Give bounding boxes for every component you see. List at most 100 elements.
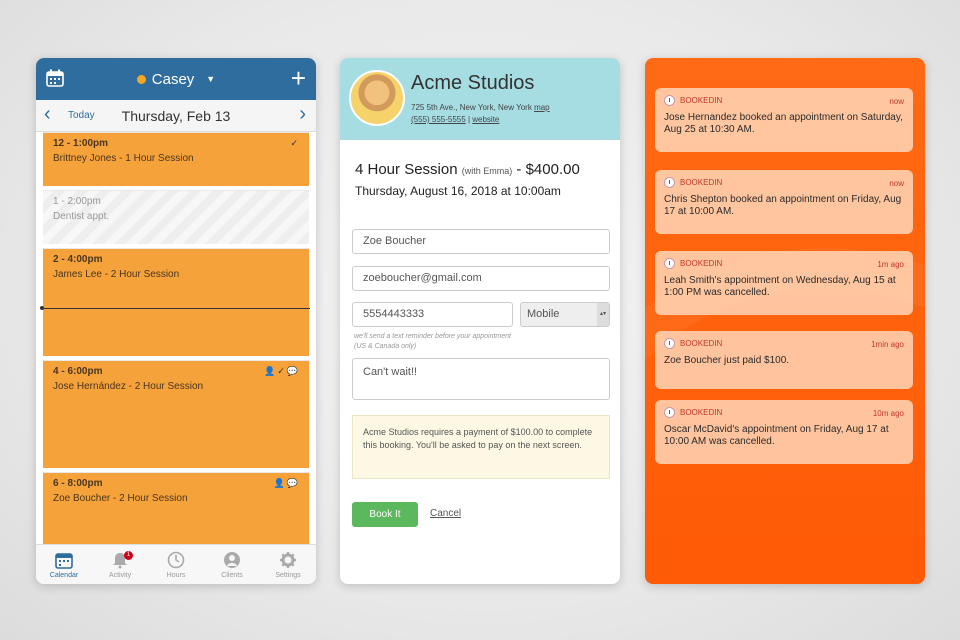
studio-address: 725 5th Ave., New York, New York map <box>411 103 550 112</box>
user-name: Casey <box>151 70 195 88</box>
clock-icon <box>167 551 185 568</box>
app-name: BOOKEDIN <box>680 339 723 348</box>
session-datetime: Thursday, August 16, 2018 at 10:00am <box>355 184 561 198</box>
tab-calendar[interactable]: Calendar <box>36 545 92 584</box>
notification-time: 1min ago <box>871 340 904 349</box>
studio-header: Acme Studios 725 5th Ave., New York, New… <box>340 58 620 140</box>
phone-link[interactable]: (555) 555-5555 <box>411 115 466 124</box>
notification-card[interactable]: BOOKEDIN 10m ago Oscar McDavid's appoint… <box>655 400 913 464</box>
event-title: Dentist appt. <box>53 211 110 222</box>
tab-hours[interactable]: Hours <box>148 545 204 584</box>
event-block[interactable]: 2 - 4:00pm James Lee - 2 Hour Session <box>43 248 309 356</box>
user-color-dot <box>136 74 146 84</box>
notification-message: Leah Smith's appointment on Wednesday, A… <box>664 275 896 298</box>
name-field[interactable]: Zoe Boucher <box>352 229 610 254</box>
notification-app: BOOKEDIN <box>664 177 904 188</box>
person-icon <box>224 551 240 568</box>
chevron-right-icon[interactable]: › <box>299 103 306 126</box>
payment-notice: Acme Studios requires a payment of $100.… <box>352 415 610 479</box>
status-icons: ✓ <box>290 138 300 148</box>
select-arrows-icon: ▴▾ <box>597 303 609 326</box>
notifications-screen: BOOKEDIN now Jose Hernandez booked an ap… <box>645 58 925 584</box>
cancel-link[interactable]: Cancel <box>430 508 461 519</box>
notification-card[interactable]: BOOKEDIN 1m ago Leah Smith's appointment… <box>655 251 913 315</box>
event-title: Jose Hernández - 2 Hour Session <box>53 381 204 392</box>
note-field[interactable]: Can't wait!! <box>352 358 610 400</box>
notification-time: now <box>889 179 904 188</box>
event-time: 6 - 8:00pm <box>53 478 103 489</box>
today-button[interactable]: Today <box>68 110 95 121</box>
status-icons: 👤✓💬 <box>264 366 300 376</box>
app-name: BOOKEDIN <box>680 178 723 187</box>
event-time: 12 - 1:00pm <box>53 138 109 149</box>
session-summary: 4 Hour Session (with Emma) - $400.00 <box>355 161 580 178</box>
add-icon[interactable]: + <box>291 64 306 92</box>
email-field[interactable]: zoeboucher@gmail.com <box>352 266 610 291</box>
notification-message: Chris Shepton booked an appointment on F… <box>664 194 902 217</box>
notification-time: 1m ago <box>877 260 904 269</box>
user-selector[interactable]: Casey ▼ <box>136 70 216 88</box>
phone-field[interactable]: 5554443333 <box>352 302 513 327</box>
phone-type-value: Mobile <box>527 308 560 320</box>
calendar-icon <box>55 552 73 569</box>
notification-app: BOOKEDIN <box>664 407 904 418</box>
bookedin-logo-icon <box>664 258 675 269</box>
tab-settings[interactable]: Settings <box>260 545 316 584</box>
booking-screen: Acme Studios 725 5th Ave., New York, New… <box>340 58 620 584</box>
event-time: 1 - 2:00pm <box>53 196 101 207</box>
calendar-header: Casey ▼ + <box>36 58 316 100</box>
tab-label: Hours <box>166 571 186 579</box>
status-icons: 👤💬 <box>273 478 300 488</box>
notification-card[interactable]: BOOKEDIN 1min ago Zoe Boucher just paid … <box>655 331 913 389</box>
bookedin-logo-icon <box>664 95 675 106</box>
tab-activity[interactable]: 1 Activity <box>92 545 148 584</box>
calendar-icon[interactable] <box>46 69 64 87</box>
event-title: James Lee - 2 Hour Session <box>53 269 180 280</box>
calendar-screen: Casey ▼ + ‹ Today Thursday, Feb 13 › 12 … <box>36 58 316 584</box>
date-navigation: ‹ Today Thursday, Feb 13 › <box>36 100 316 132</box>
notification-card[interactable]: BOOKEDIN now Jose Hernandez booked an ap… <box>655 88 913 152</box>
tab-label: Clients <box>221 571 243 579</box>
app-name: BOOKEDIN <box>680 408 723 417</box>
event-block[interactable]: 4 - 6:00pm Jose Hernández - 2 Hour Sessi… <box>43 360 309 468</box>
notification-time: 10m ago <box>872 409 904 418</box>
gear-icon <box>280 551 296 568</box>
sms-hint: we'll send a text reminder before your a… <box>354 333 511 350</box>
session-staff: (with Emma) <box>461 166 513 176</box>
chevron-down-icon: ▼ <box>206 74 216 84</box>
bookedin-logo-icon <box>664 177 675 188</box>
phone-type-select[interactable]: Mobile ▴▾ <box>520 302 610 327</box>
event-block[interactable]: 6 - 8:00pm Zoe Boucher - 2 Hour Session … <box>43 472 309 544</box>
day-schedule: 12 - 1:00pm Brittney Jones - 1 Hour Sess… <box>36 132 316 544</box>
map-link[interactable]: map <box>534 103 550 112</box>
event-block-blocked[interactable]: 1 - 2:00pm Dentist appt. <box>43 190 309 244</box>
app-name: BOOKEDIN <box>680 259 723 268</box>
tab-label: Calendar <box>49 571 79 579</box>
studio-contact: (555) 555-5555 | website <box>411 115 500 124</box>
event-time: 4 - 6:00pm <box>53 366 103 377</box>
notification-card[interactable]: BOOKEDIN now Chris Shepton booked an app… <box>655 170 913 234</box>
session-name: 4 Hour Session <box>355 161 458 178</box>
event-block[interactable]: 12 - 1:00pm Brittney Jones - 1 Hour Sess… <box>43 132 309 186</box>
bottom-tab-bar: Calendar 1 Activity Hours Clients Settin… <box>36 544 316 584</box>
chevron-left-icon[interactable]: ‹ <box>44 103 51 126</box>
notification-badge: 1 <box>124 551 133 560</box>
book-it-button[interactable]: Book It <box>352 502 418 527</box>
app-name: BOOKEDIN <box>680 96 723 105</box>
website-link[interactable]: website <box>472 115 499 124</box>
studio-name: Acme Studios <box>411 72 535 94</box>
tab-label: Activity <box>108 571 132 579</box>
notification-message: Zoe Boucher just paid $100. <box>664 355 790 366</box>
session-price: - $400.00 <box>516 161 580 178</box>
tab-clients[interactable]: Clients <box>204 545 260 584</box>
bookedin-logo-icon <box>664 338 675 349</box>
tab-label: Settings <box>275 571 301 579</box>
notification-app: BOOKEDIN <box>664 95 904 106</box>
avatar <box>349 70 405 126</box>
bookedin-logo-icon <box>664 407 675 418</box>
event-title: Zoe Boucher - 2 Hour Session <box>53 493 188 504</box>
notification-message: Oscar McDavid's appointment on Friday, A… <box>664 424 889 447</box>
event-time: 2 - 4:00pm <box>53 254 103 265</box>
notification-message: Jose Hernandez booked an appointment on … <box>664 112 903 135</box>
current-time-indicator <box>40 306 310 310</box>
